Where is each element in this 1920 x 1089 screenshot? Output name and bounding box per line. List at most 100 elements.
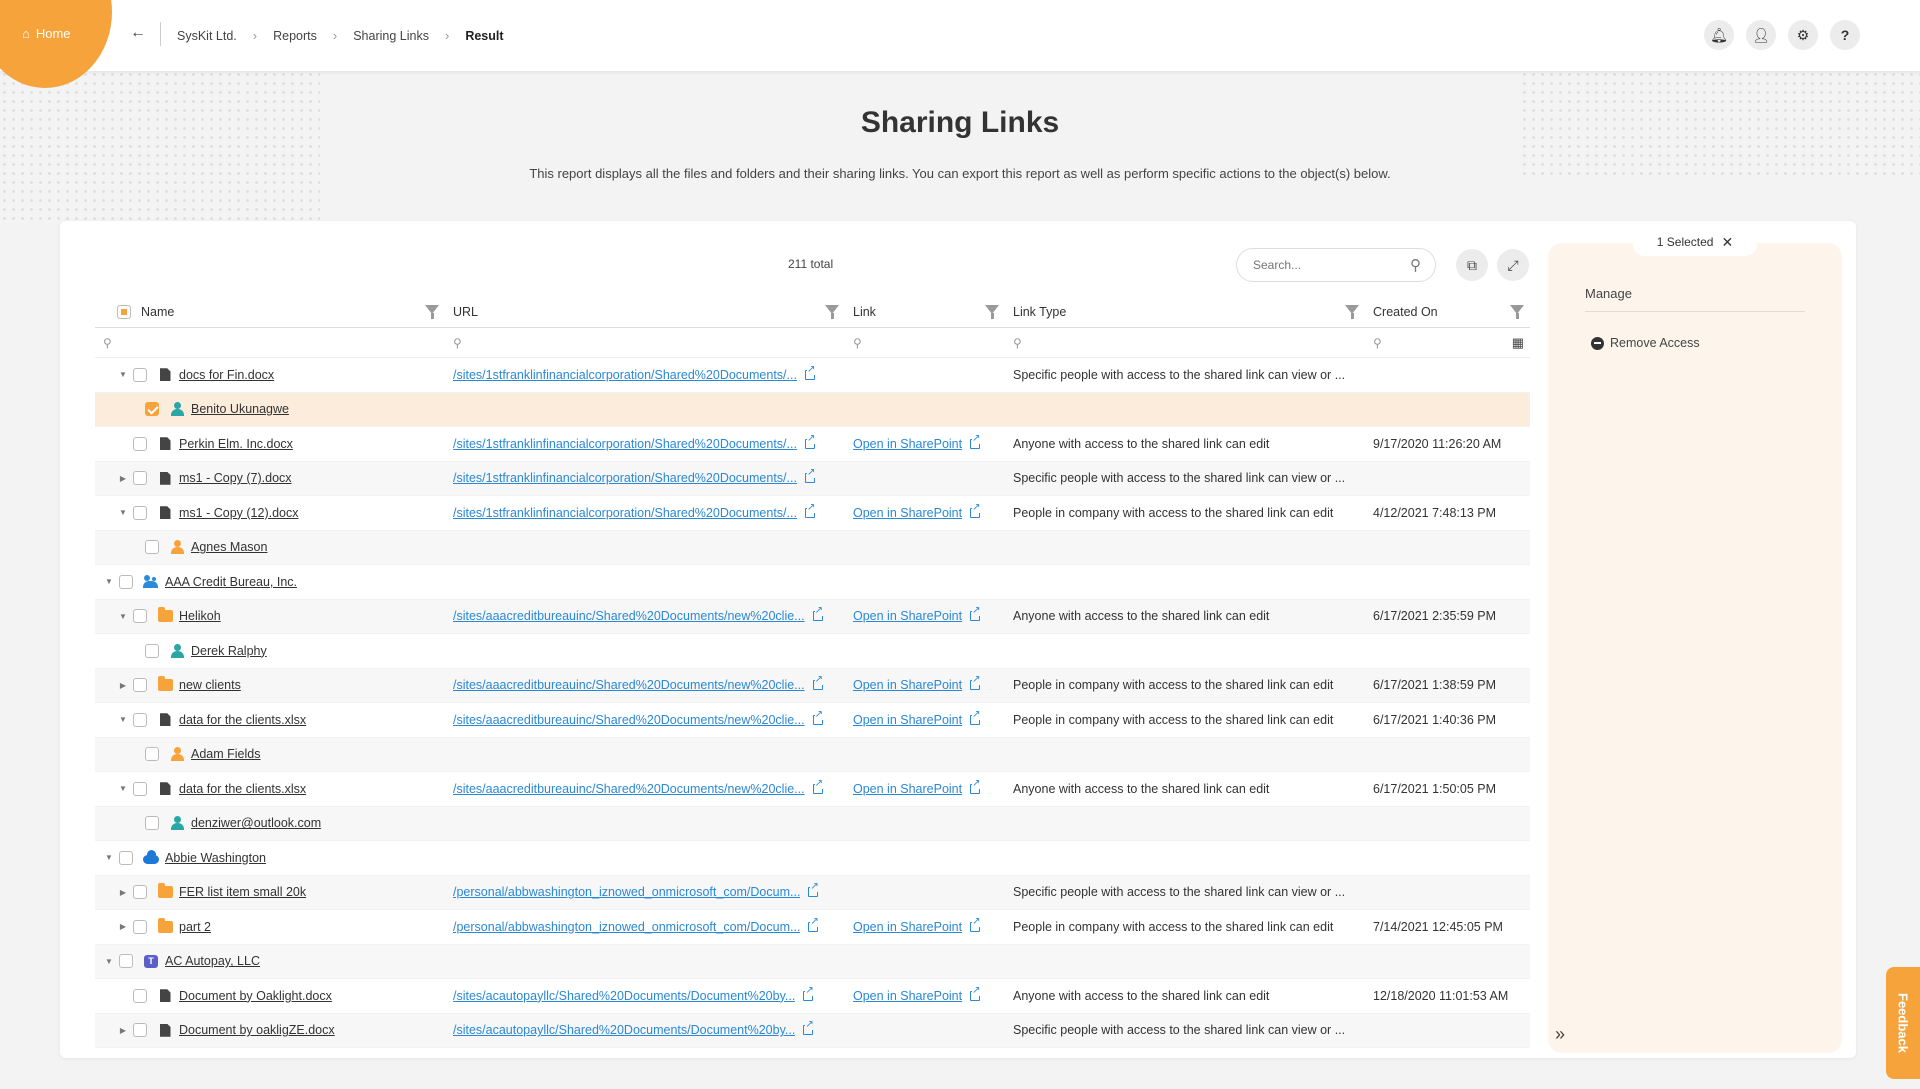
export-button[interactable]: ⧉: [1456, 249, 1488, 281]
url-link[interactable]: /sites/aaacreditbureauinc/Shared%20Docum…: [453, 678, 805, 692]
chevron-down-icon[interactable]: ▼: [103, 957, 115, 966]
search-box[interactable]: ⚲: [1236, 248, 1436, 282]
home-button[interactable]: ⌂ Home: [22, 26, 71, 41]
item-name-link[interactable]: Document by Oaklight.docx: [179, 989, 332, 1003]
item-name-link[interactable]: AC Autopay, LLC: [165, 954, 260, 968]
name-filter-input[interactable]: ⚲: [95, 336, 445, 350]
row-checkbox[interactable]: [133, 988, 147, 1003]
external-link-icon[interactable]: [804, 433, 816, 449]
table-row[interactable]: Benito Ukunagwe: [95, 392, 1530, 427]
chevron-down-icon[interactable]: ▼: [103, 853, 115, 862]
item-name-link[interactable]: FER list item small 20k: [179, 885, 306, 899]
user-icon[interactable]: 👤︎: [1746, 20, 1776, 50]
external-link-icon[interactable]: [803, 1020, 814, 1036]
item-name-link[interactable]: data for the clients.xlsx: [179, 782, 306, 796]
link-filter-input[interactable]: ⚲: [845, 336, 1005, 350]
item-name-link[interactable]: ms1 - Copy (12).docx: [179, 506, 298, 520]
row-checkbox[interactable]: [133, 471, 147, 486]
external-link-icon[interactable]: [804, 364, 816, 380]
breadcrumb-item-sharing-links[interactable]: Sharing Links: [353, 29, 429, 43]
column-name[interactable]: Name: [95, 296, 445, 328]
item-name-link[interactable]: Benito Ukunagwe: [191, 402, 289, 416]
row-checkbox[interactable]: [133, 712, 147, 727]
chevron-down-icon[interactable]: ▼: [117, 370, 129, 379]
open-in-sharepoint-link[interactable]: Open in SharePoint: [853, 506, 962, 520]
table-row[interactable]: Agnes Mason: [95, 530, 1530, 565]
item-name-link[interactable]: Helikoh: [179, 609, 221, 623]
url-link[interactable]: /sites/1stfranklinfinancialcorporation/S…: [453, 471, 797, 485]
table-row[interactable]: Perkin Elm. Inc.docx/sites/1stfranklinfi…: [95, 427, 1530, 462]
url-link[interactable]: /sites/1stfranklinfinancialcorporation/S…: [453, 368, 797, 382]
chevron-down-icon[interactable]: ▼: [117, 612, 129, 621]
column-link[interactable]: Link: [845, 296, 1005, 328]
remove-access-button[interactable]: Remove Access: [1591, 336, 1700, 350]
row-checkbox[interactable]: [133, 505, 147, 520]
table-row[interactable]: ▼ ms1 - Copy (12).docx/sites/1stfranklinf…: [95, 496, 1530, 531]
bell-icon[interactable]: 🔔︎: [1704, 20, 1734, 50]
calendar-icon[interactable]: ▦: [1512, 335, 1524, 351]
item-name-link[interactable]: denziwer@outlook.com: [191, 816, 321, 830]
row-checkbox[interactable]: [133, 885, 147, 900]
chevron-right-icon[interactable]: ▶: [117, 681, 129, 690]
url-link[interactable]: /personal/abbwashington_iznowed_onmicros…: [453, 920, 800, 934]
chevron-right-icon[interactable]: ▶: [117, 922, 129, 931]
item-name-link[interactable]: Derek Ralphy: [191, 644, 267, 658]
row-checkbox[interactable]: [133, 781, 147, 796]
table-row[interactable]: ▶ Document by oakligZE.docx/sites/acautop…: [95, 1013, 1530, 1048]
chevron-right-icon[interactable]: ▶: [117, 888, 129, 897]
close-icon[interactable]: ✕: [1721, 234, 1733, 251]
row-checkbox[interactable]: [133, 367, 147, 382]
external-link-icon[interactable]: [812, 606, 823, 622]
external-link-icon[interactable]: [812, 675, 823, 691]
item-name-link[interactable]: Document by oakligZE.docx: [179, 1023, 335, 1037]
open-in-sharepoint-link[interactable]: Open in SharePoint: [853, 989, 962, 1003]
item-name-link[interactable]: part 2: [179, 920, 211, 934]
table-row[interactable]: ▶ part 2/personal/abbwashington_iznowed_o…: [95, 910, 1530, 945]
gear-icon[interactable]: ⚙: [1788, 20, 1818, 50]
column-url[interactable]: URL: [445, 296, 845, 328]
table-row[interactable]: denziwer@outlook.com: [95, 806, 1530, 841]
table-row[interactable]: ▼ data for the clients.xlsx/sites/aaacred…: [95, 703, 1530, 738]
table-row[interactable]: ▼ Abbie Washington: [95, 841, 1530, 876]
external-link-icon[interactable]: [970, 606, 981, 622]
back-button[interactable]: ←: [130, 24, 146, 42]
url-link[interactable]: /sites/aaacreditbureauinc/Shared%20Docum…: [453, 609, 805, 623]
external-link-icon[interactable]: [808, 882, 819, 898]
row-checkbox[interactable]: [145, 402, 159, 417]
table-row[interactable]: Derek Ralphy: [95, 634, 1530, 669]
open-in-sharepoint-link[interactable]: Open in SharePoint: [853, 437, 962, 451]
breadcrumb-item-syskit[interactable]: SysKit Ltd.: [177, 29, 237, 43]
url-link[interactable]: /personal/abbwashington_iznowed_onmicros…: [453, 885, 800, 899]
external-link-icon[interactable]: [812, 709, 823, 725]
table-row[interactable]: ▶ ms1 - Copy (7).docx/sites/1stfranklinfi…: [95, 461, 1530, 496]
external-link-icon[interactable]: [970, 709, 981, 725]
row-checkbox[interactable]: [133, 678, 147, 693]
url-link[interactable]: /sites/aaacreditbureauinc/Shared%20Docum…: [453, 713, 805, 727]
item-name-link[interactable]: Adam Fields: [191, 747, 260, 761]
filter-icon[interactable]: [1510, 304, 1524, 319]
item-name-link[interactable]: ms1 - Copy (7).docx: [179, 471, 292, 485]
row-checkbox[interactable]: [145, 643, 159, 658]
chevron-right-icon[interactable]: ▶: [117, 1026, 129, 1035]
row-checkbox[interactable]: [119, 574, 133, 589]
column-created-on[interactable]: Created On: [1365, 296, 1530, 328]
table-row[interactable]: ▼ docs for Fin.docx/sites/1stfranklinfina…: [95, 358, 1530, 393]
table-row[interactable]: Document by Oaklight.docx/sites/acautopa…: [95, 979, 1530, 1014]
open-in-sharepoint-link[interactable]: Open in SharePoint: [853, 678, 962, 692]
table-row[interactable]: ▶ new clients/sites/aaacreditbureauinc/Sh…: [95, 668, 1530, 703]
url-filter-input[interactable]: ⚲: [445, 336, 845, 350]
feedback-button[interactable]: Feedback: [1886, 967, 1920, 1079]
link-type-filter-input[interactable]: ⚲: [1005, 336, 1365, 350]
filter-icon[interactable]: [985, 304, 999, 319]
external-link-icon[interactable]: [804, 502, 816, 518]
chevron-down-icon[interactable]: ▼: [117, 715, 129, 724]
external-link-icon[interactable]: [804, 468, 816, 484]
table-row[interactable]: Adam Fields: [95, 737, 1530, 772]
row-checkbox[interactable]: [145, 816, 159, 831]
url-link[interactable]: /sites/1stfranklinfinancialcorporation/S…: [453, 437, 797, 451]
item-name-link[interactable]: data for the clients.xlsx: [179, 713, 306, 727]
row-checkbox[interactable]: [133, 919, 147, 934]
filter-icon[interactable]: [825, 304, 839, 319]
row-checkbox[interactable]: [133, 609, 147, 624]
filter-icon[interactable]: [425, 304, 439, 319]
